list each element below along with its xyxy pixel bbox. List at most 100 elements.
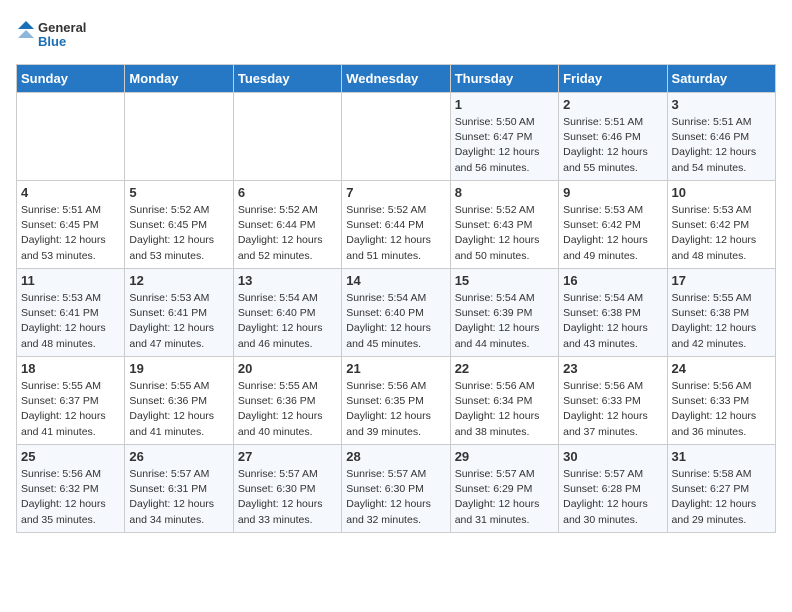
- day-info: Sunrise: 5:51 AMSunset: 6:46 PMDaylight:…: [563, 115, 662, 176]
- day-number: 31: [672, 449, 771, 464]
- day-number: 16: [563, 273, 662, 288]
- day-info: Sunrise: 5:51 AMSunset: 6:46 PMDaylight:…: [672, 115, 771, 176]
- day-number: 30: [563, 449, 662, 464]
- day-number: 19: [129, 361, 228, 376]
- day-info: Sunrise: 5:57 AMSunset: 6:30 PMDaylight:…: [346, 467, 445, 528]
- svg-text:Blue: Blue: [38, 34, 66, 49]
- day-info: Sunrise: 5:56 AMSunset: 6:32 PMDaylight:…: [21, 467, 120, 528]
- day-cell: [342, 93, 450, 181]
- day-info: Sunrise: 5:52 AMSunset: 6:44 PMDaylight:…: [346, 203, 445, 264]
- day-number: 4: [21, 185, 120, 200]
- day-info: Sunrise: 5:57 AMSunset: 6:28 PMDaylight:…: [563, 467, 662, 528]
- day-info: Sunrise: 5:57 AMSunset: 6:30 PMDaylight:…: [238, 467, 337, 528]
- day-number: 9: [563, 185, 662, 200]
- day-info: Sunrise: 5:54 AMSunset: 6:40 PMDaylight:…: [346, 291, 445, 352]
- day-cell: 23 Sunrise: 5:56 AMSunset: 6:33 PMDayligh…: [559, 357, 667, 445]
- day-cell: 15 Sunrise: 5:54 AMSunset: 6:39 PMDayligh…: [450, 269, 558, 357]
- day-info: Sunrise: 5:56 AMSunset: 6:35 PMDaylight:…: [346, 379, 445, 440]
- day-cell: 30 Sunrise: 5:57 AMSunset: 6:28 PMDayligh…: [559, 445, 667, 533]
- day-cell: 6 Sunrise: 5:52 AMSunset: 6:44 PMDaylight…: [233, 181, 341, 269]
- day-cell: 2 Sunrise: 5:51 AMSunset: 6:46 PMDaylight…: [559, 93, 667, 181]
- day-cell: 25 Sunrise: 5:56 AMSunset: 6:32 PMDayligh…: [17, 445, 125, 533]
- day-number: 3: [672, 97, 771, 112]
- day-number: 20: [238, 361, 337, 376]
- day-info: Sunrise: 5:56 AMSunset: 6:34 PMDaylight:…: [455, 379, 554, 440]
- day-number: 21: [346, 361, 445, 376]
- day-info: Sunrise: 5:57 AMSunset: 6:31 PMDaylight:…: [129, 467, 228, 528]
- day-info: Sunrise: 5:55 AMSunset: 6:37 PMDaylight:…: [21, 379, 120, 440]
- day-cell: 20 Sunrise: 5:55 AMSunset: 6:36 PMDayligh…: [233, 357, 341, 445]
- week-row-1: 1 Sunrise: 5:50 AMSunset: 6:47 PMDaylight…: [17, 93, 776, 181]
- day-cell: 7Sunrise: 5:52 AMSunset: 6:44 PMDaylight…: [342, 181, 450, 269]
- day-number: 17: [672, 273, 771, 288]
- day-number: 13: [238, 273, 337, 288]
- day-number: 11: [21, 273, 120, 288]
- day-cell: 26Sunrise: 5:57 AMSunset: 6:31 PMDayligh…: [125, 445, 233, 533]
- day-number: 12: [129, 273, 228, 288]
- day-number: 23: [563, 361, 662, 376]
- day-cell: 29 Sunrise: 5:57 AMSunset: 6:29 PMDayligh…: [450, 445, 558, 533]
- day-info: Sunrise: 5:55 AMSunset: 6:36 PMDaylight:…: [129, 379, 228, 440]
- day-number: 5: [129, 185, 228, 200]
- day-cell: [233, 93, 341, 181]
- day-cell: 24 Sunrise: 5:56 AMSunset: 6:33 PMDayligh…: [667, 357, 775, 445]
- day-info: Sunrise: 5:54 AMSunset: 6:38 PMDaylight:…: [563, 291, 662, 352]
- day-number: 29: [455, 449, 554, 464]
- day-cell: 1 Sunrise: 5:50 AMSunset: 6:47 PMDaylight…: [450, 93, 558, 181]
- day-number: 22: [455, 361, 554, 376]
- day-cell: 3 Sunrise: 5:51 AMSunset: 6:46 PMDaylight…: [667, 93, 775, 181]
- column-header-monday: Monday: [125, 65, 233, 93]
- day-cell: 27 Sunrise: 5:57 AMSunset: 6:30 PMDayligh…: [233, 445, 341, 533]
- day-info: Sunrise: 5:54 AMSunset: 6:39 PMDaylight:…: [455, 291, 554, 352]
- day-cell: 9 Sunrise: 5:53 AMSunset: 6:42 PMDaylight…: [559, 181, 667, 269]
- day-cell: 11 Sunrise: 5:53 AMSunset: 6:41 PMDayligh…: [17, 269, 125, 357]
- day-cell: 10Sunrise: 5:53 AMSunset: 6:42 PMDayligh…: [667, 181, 775, 269]
- day-number: 6: [238, 185, 337, 200]
- day-cell: 13 Sunrise: 5:54 AMSunset: 6:40 PMDayligh…: [233, 269, 341, 357]
- day-number: 18: [21, 361, 120, 376]
- column-header-tuesday: Tuesday: [233, 65, 341, 93]
- logo-svg: General Blue: [16, 16, 96, 56]
- day-info: Sunrise: 5:50 AMSunset: 6:47 PMDaylight:…: [455, 115, 554, 176]
- day-cell: 21 Sunrise: 5:56 AMSunset: 6:35 PMDayligh…: [342, 357, 450, 445]
- day-number: 28: [346, 449, 445, 464]
- day-info: Sunrise: 5:52 AMSunset: 6:45 PMDaylight:…: [129, 203, 228, 264]
- day-info: Sunrise: 5:51 AMSunset: 6:45 PMDaylight:…: [21, 203, 120, 264]
- day-info: Sunrise: 5:57 AMSunset: 6:29 PMDaylight:…: [455, 467, 554, 528]
- day-cell: 5 Sunrise: 5:52 AMSunset: 6:45 PMDaylight…: [125, 181, 233, 269]
- svg-text:General: General: [38, 20, 86, 35]
- calendar-table: SundayMondayTuesdayWednesdayThursdayFrid…: [16, 64, 776, 533]
- day-info: Sunrise: 5:56 AMSunset: 6:33 PMDaylight:…: [563, 379, 662, 440]
- week-row-2: 4 Sunrise: 5:51 AMSunset: 6:45 PMDaylight…: [17, 181, 776, 269]
- day-number: 27: [238, 449, 337, 464]
- day-number: 24: [672, 361, 771, 376]
- day-info: Sunrise: 5:53 AMSunset: 6:41 PMDaylight:…: [129, 291, 228, 352]
- day-info: Sunrise: 5:52 AMSunset: 6:43 PMDaylight:…: [455, 203, 554, 264]
- day-cell: 17 Sunrise: 5:55 AMSunset: 6:38 PMDayligh…: [667, 269, 775, 357]
- day-number: 1: [455, 97, 554, 112]
- column-header-sunday: Sunday: [17, 65, 125, 93]
- column-header-thursday: Thursday: [450, 65, 558, 93]
- day-info: Sunrise: 5:54 AMSunset: 6:40 PMDaylight:…: [238, 291, 337, 352]
- day-cell: 16 Sunrise: 5:54 AMSunset: 6:38 PMDayligh…: [559, 269, 667, 357]
- day-info: Sunrise: 5:56 AMSunset: 6:33 PMDaylight:…: [672, 379, 771, 440]
- day-info: Sunrise: 5:53 AMSunset: 6:41 PMDaylight:…: [21, 291, 120, 352]
- day-number: 25: [21, 449, 120, 464]
- day-cell: 4 Sunrise: 5:51 AMSunset: 6:45 PMDaylight…: [17, 181, 125, 269]
- day-info: Sunrise: 5:52 AMSunset: 6:44 PMDaylight:…: [238, 203, 337, 264]
- day-cell: 28 Sunrise: 5:57 AMSunset: 6:30 PMDayligh…: [342, 445, 450, 533]
- day-info: Sunrise: 5:55 AMSunset: 6:36 PMDaylight:…: [238, 379, 337, 440]
- day-info: Sunrise: 5:53 AMSunset: 6:42 PMDaylight:…: [672, 203, 771, 264]
- day-info: Sunrise: 5:55 AMSunset: 6:38 PMDaylight:…: [672, 291, 771, 352]
- day-number: 15: [455, 273, 554, 288]
- column-header-saturday: Saturday: [667, 65, 775, 93]
- header-row: SundayMondayTuesdayWednesdayThursdayFrid…: [17, 65, 776, 93]
- week-row-3: 11 Sunrise: 5:53 AMSunset: 6:41 PMDayligh…: [17, 269, 776, 357]
- page-header: General Blue: [16, 16, 776, 56]
- column-header-wednesday: Wednesday: [342, 65, 450, 93]
- day-info: Sunrise: 5:53 AMSunset: 6:42 PMDaylight:…: [563, 203, 662, 264]
- day-number: 2: [563, 97, 662, 112]
- day-number: 8: [455, 185, 554, 200]
- day-cell: 19 Sunrise: 5:55 AMSunset: 6:36 PMDayligh…: [125, 357, 233, 445]
- column-header-friday: Friday: [559, 65, 667, 93]
